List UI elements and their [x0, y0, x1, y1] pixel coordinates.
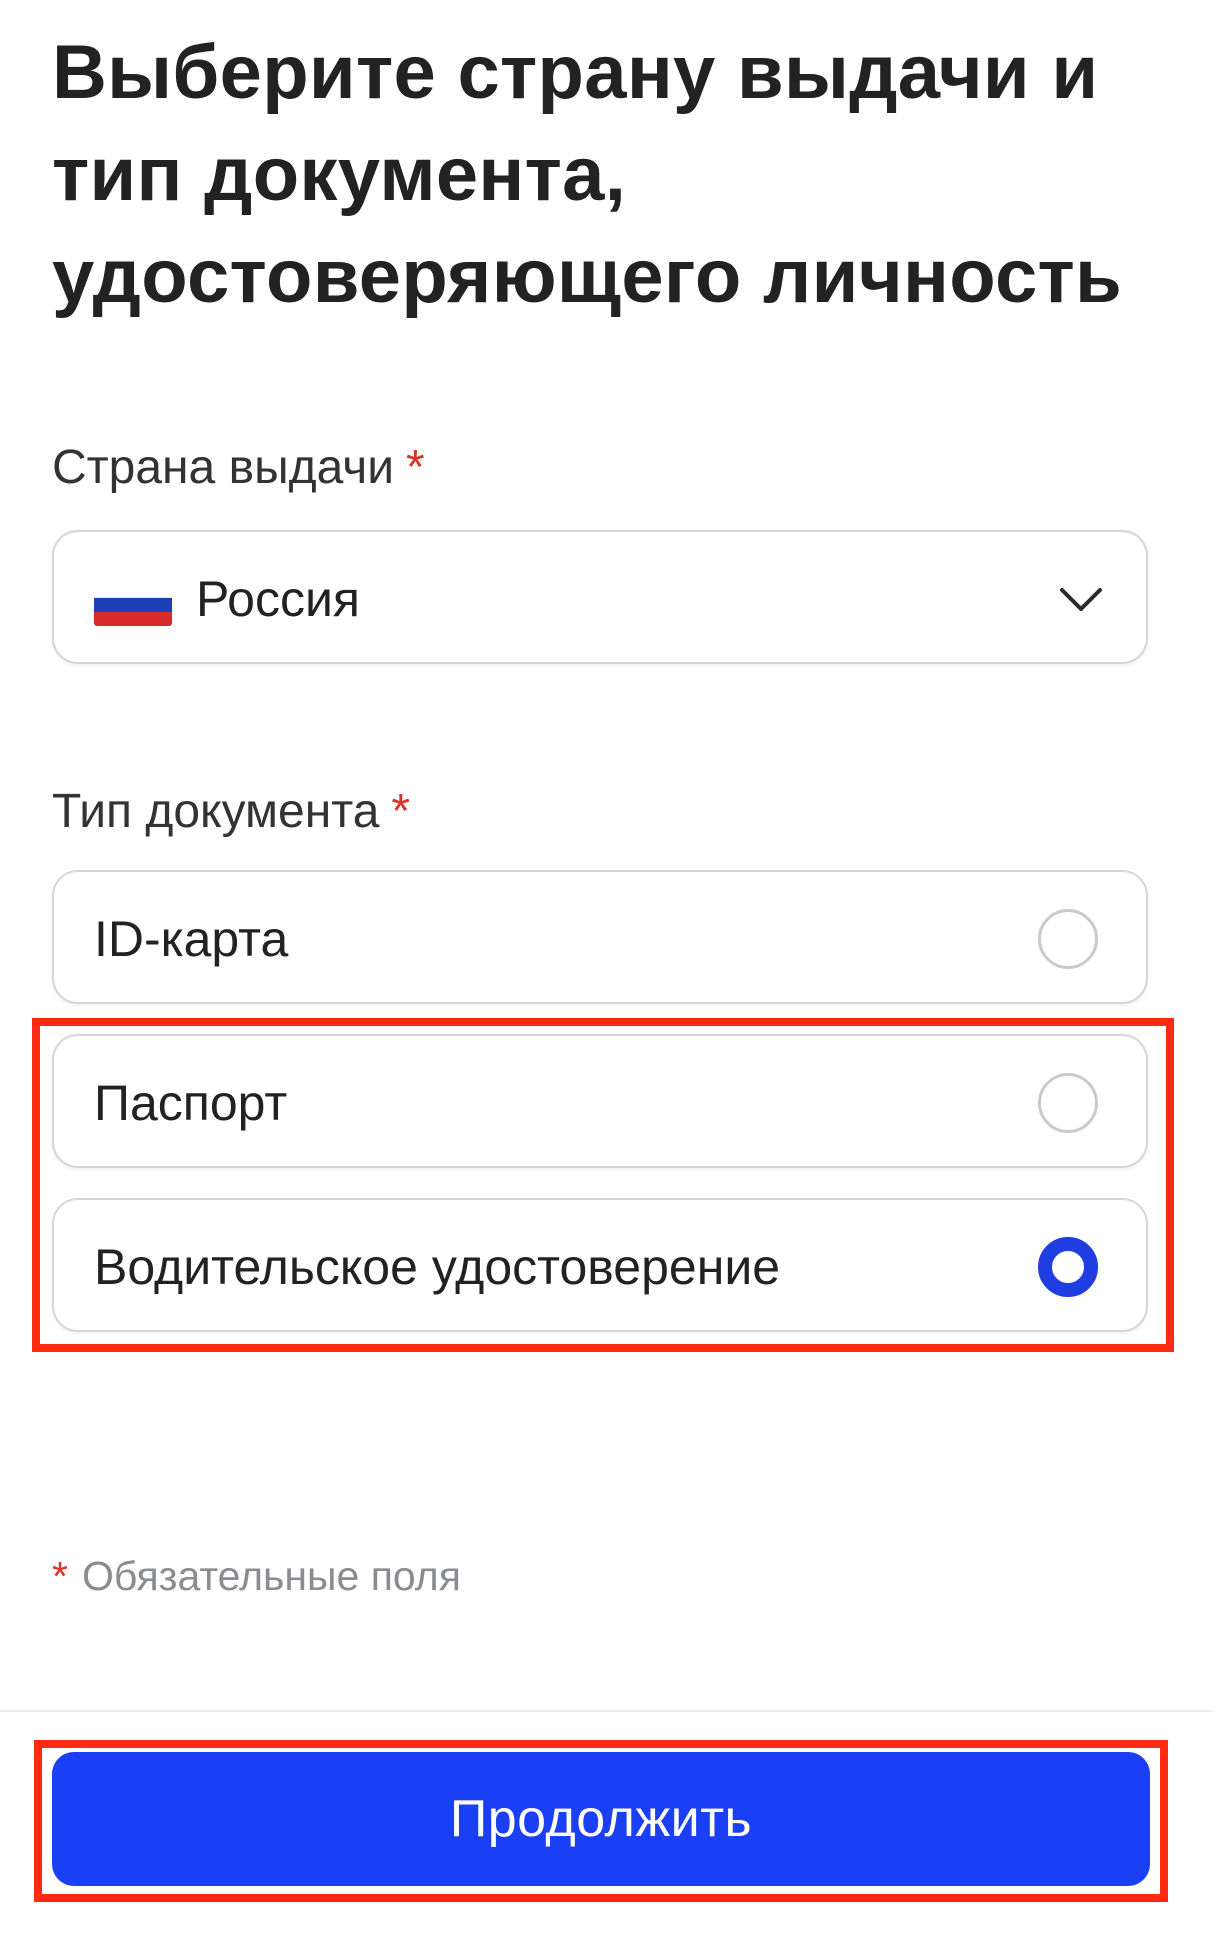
flag-stripe-white — [94, 584, 172, 598]
document-type-label-text: Тип документа — [52, 785, 380, 838]
required-fields-text: Обязательные поля — [81, 1553, 461, 1599]
flag-stripe-blue — [94, 598, 172, 612]
option-label: Водительское удостоверение — [94, 1239, 781, 1295]
country-label-text: Страна выдачи — [52, 441, 395, 494]
continue-button[interactable]: Продолжить — [52, 1752, 1150, 1886]
footer-divider — [0, 1710, 1212, 1712]
flag-stripe-red — [94, 612, 172, 626]
option-label: ID-карта — [94, 911, 289, 967]
required-asterisk: * — [391, 785, 411, 838]
radio-button[interactable] — [1038, 1073, 1098, 1133]
option-drivers-license[interactable]: Водительское удостоверение — [52, 1198, 1148, 1332]
country-selected-value: Россия — [196, 571, 360, 627]
document-type-label: Тип документа * — [52, 782, 410, 842]
page-title: Выберите страну выдачи и тип документа, … — [52, 30, 1123, 319]
country-label: Страна выдачи * — [52, 438, 425, 498]
russia-flag-icon — [94, 584, 172, 626]
required-fields-note: * Обязательные поля — [52, 1548, 461, 1604]
document-selection-page: Выберите страну выдачи и тип документа, … — [0, 0, 1228, 1954]
chevron-down-icon — [1060, 588, 1102, 611]
option-id-card[interactable]: ID-карта — [52, 870, 1148, 1004]
country-select[interactable]: Россия — [52, 530, 1148, 664]
required-asterisk: * — [52, 1553, 68, 1599]
option-passport[interactable]: Паспорт — [52, 1034, 1148, 1168]
radio-button-selected[interactable] — [1038, 1237, 1098, 1297]
option-label: Паспорт — [94, 1075, 288, 1131]
required-asterisk: * — [406, 441, 425, 494]
radio-button[interactable] — [1038, 909, 1098, 969]
